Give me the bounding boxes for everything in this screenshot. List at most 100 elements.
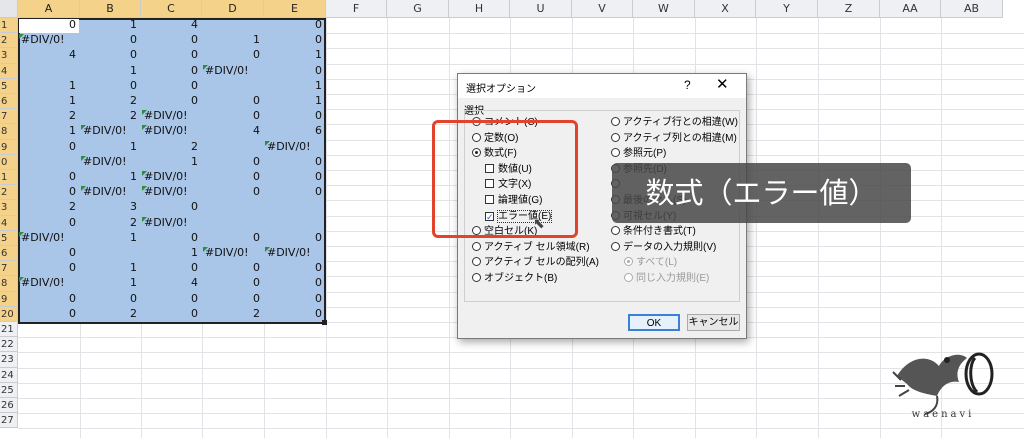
cell[interactable]: 1: [18, 123, 76, 139]
cell[interactable]: 0: [264, 169, 322, 185]
column-header[interactable]: D: [202, 0, 264, 18]
cell[interactable]: 0: [18, 215, 76, 231]
column-header[interactable]: B: [80, 0, 141, 18]
close-icon[interactable]: ✕: [716, 75, 729, 93]
row-header[interactable]: 8: [0, 124, 18, 140]
row-header[interactable]: 6: [0, 94, 18, 110]
cell[interactable]: 0: [264, 154, 322, 170]
cell[interactable]: 6: [264, 123, 322, 139]
error-cell[interactable]: #DIV/0!: [21, 230, 65, 246]
radio-right_options-8[interactable]: データの入力規則(V): [611, 241, 716, 255]
cell[interactable]: 0: [141, 260, 198, 276]
cell[interactable]: 4: [18, 47, 76, 63]
column-header[interactable]: G: [387, 0, 449, 18]
row-header[interactable]: 0: [0, 154, 18, 170]
cell[interactable]: 0: [264, 108, 322, 124]
cell[interactable]: 2: [80, 93, 137, 109]
column-header[interactable]: C: [141, 0, 202, 18]
cell[interactable]: 0: [141, 199, 198, 215]
error-cell[interactable]: #DIV/0!: [21, 275, 65, 291]
error-cell[interactable]: #DIV/0!: [83, 154, 127, 170]
cell[interactable]: 0: [80, 47, 137, 63]
cell[interactable]: 2: [80, 215, 137, 231]
row-header[interactable]: 4: [0, 215, 18, 231]
error-cell[interactable]: #DIV/0!: [144, 169, 188, 185]
cell[interactable]: 2: [141, 139, 198, 155]
cell[interactable]: 0: [202, 47, 260, 63]
row-header[interactable]: 1: [0, 18, 18, 34]
cell[interactable]: 2: [80, 306, 137, 322]
row-header[interactable]: 1: [0, 170, 18, 186]
row-header[interactable]: 2: [0, 33, 18, 49]
row-header[interactable]: 2: [0, 185, 18, 201]
row-header[interactable]: 9: [0, 291, 18, 307]
error-cell[interactable]: #DIV/0!: [83, 123, 127, 139]
radio-right_options-7[interactable]: 条件付き書式(T): [611, 225, 696, 239]
radio-left_options-10[interactable]: オブジェクト(B): [472, 272, 557, 286]
cell[interactable]: 1: [80, 17, 137, 33]
cell[interactable]: 0: [264, 291, 322, 307]
radio-left_options-8[interactable]: アクティブ セル領域(R): [472, 241, 590, 255]
cell[interactable]: 1: [141, 154, 198, 170]
column-header[interactable]: AB: [941, 0, 1003, 18]
error-cell[interactable]: #DIV/0!: [267, 139, 311, 155]
select-all-corner[interactable]: [0, 0, 18, 18]
column-header[interactable]: U: [510, 0, 572, 18]
row-header[interactable]: 5: [0, 78, 18, 94]
cell[interactable]: 1: [264, 93, 322, 109]
cell[interactable]: 0: [202, 154, 260, 170]
cell[interactable]: 1: [80, 139, 137, 155]
row-header[interactable]: 3: [0, 48, 18, 64]
cell[interactable]: 0: [202, 230, 260, 246]
row-header[interactable]: 7: [0, 261, 18, 277]
cell[interactable]: 0: [80, 32, 137, 48]
cell[interactable]: 0: [264, 63, 322, 79]
column-header[interactable]: Z: [818, 0, 880, 18]
row-header[interactable]: 20: [0, 306, 18, 322]
cell[interactable]: 1: [18, 93, 76, 109]
error-cell[interactable]: #DIV/0!: [205, 245, 249, 261]
cell[interactable]: 0: [202, 108, 260, 124]
radio-right_options-0[interactable]: アクティブ行との相違(W): [611, 116, 738, 130]
cell[interactable]: 0: [141, 93, 198, 109]
cell[interactable]: 1: [80, 275, 137, 291]
cell[interactable]: 1: [141, 245, 198, 261]
error-cell[interactable]: #DIV/0!: [144, 108, 188, 124]
column-header[interactable]: Y: [756, 0, 818, 18]
radio-right_options-2[interactable]: 参照元(P): [611, 147, 666, 161]
cell[interactable]: 0: [264, 306, 322, 322]
column-header[interactable]: W: [633, 0, 695, 18]
cell[interactable]: 0: [202, 184, 260, 200]
cell[interactable]: 0: [18, 306, 76, 322]
cell[interactable]: 1: [80, 260, 137, 276]
cell[interactable]: 1: [264, 78, 322, 94]
cell[interactable]: 0: [80, 291, 137, 307]
cell[interactable]: 0: [18, 17, 76, 33]
cell[interactable]: 0: [264, 184, 322, 200]
cell[interactable]: 1: [202, 32, 260, 48]
radio-left_options-9[interactable]: アクティブ セルの配列(A): [472, 256, 599, 270]
radio-right_options-1[interactable]: アクティブ列との相違(M): [611, 132, 737, 146]
cell[interactable]: 0: [141, 306, 198, 322]
ok-button[interactable]: OK: [628, 314, 680, 331]
error-cell[interactable]: #DIV/0!: [83, 184, 127, 200]
row-header[interactable]: 5: [0, 230, 18, 246]
row-header[interactable]: 24: [0, 367, 18, 383]
cell[interactable]: 2: [18, 199, 76, 215]
cell[interactable]: 0: [141, 78, 198, 94]
column-header[interactable]: F: [326, 0, 387, 18]
error-cell[interactable]: #DIV/0!: [267, 245, 311, 261]
row-header[interactable]: 22: [0, 337, 18, 353]
cell[interactable]: 2: [80, 108, 137, 124]
row-header[interactable]: 21: [0, 322, 18, 338]
cell[interactable]: 0: [18, 184, 76, 200]
cell[interactable]: 0: [141, 32, 198, 48]
cell[interactable]: 0: [202, 291, 260, 307]
cell[interactable]: 4: [202, 123, 260, 139]
error-cell[interactable]: #DIV/0!: [144, 123, 188, 139]
error-cell[interactable]: #DIV/0!: [205, 63, 249, 79]
row-header[interactable]: 26: [0, 398, 18, 414]
cell[interactable]: 0: [18, 260, 76, 276]
column-header[interactable]: V: [572, 0, 633, 18]
row-header[interactable]: 8: [0, 276, 18, 292]
